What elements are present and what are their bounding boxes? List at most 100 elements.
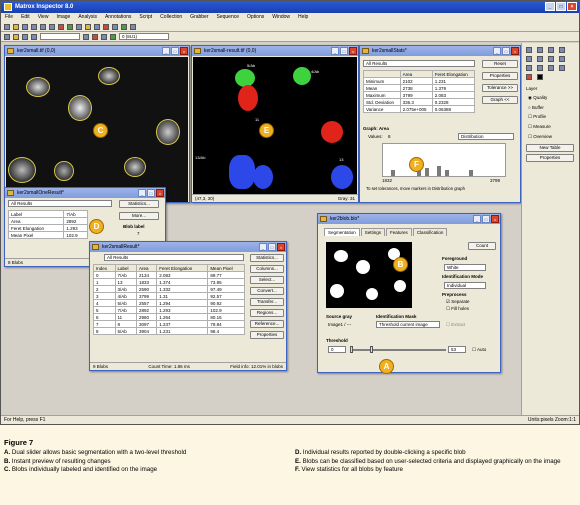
new-file-icon[interactable] bbox=[4, 23, 10, 30]
blob[interactable] bbox=[26, 77, 50, 97]
close-icon[interactable]: × bbox=[491, 215, 499, 223]
table-row[interactable]: 4 5/Ab 2557 1.294 90.92 bbox=[93, 299, 245, 307]
blob-red[interactable] bbox=[238, 85, 258, 111]
lut-icon[interactable] bbox=[112, 23, 118, 30]
buffer-radio[interactable]: ○ Buffer bbox=[522, 103, 579, 112]
arc-tool-icon[interactable] bbox=[526, 65, 532, 71]
tab-features[interactable]: Features bbox=[386, 228, 412, 236]
stats-results-select[interactable]: All Results bbox=[363, 60, 475, 67]
menu-collection[interactable]: Collection bbox=[160, 14, 182, 21]
separate-check[interactable]: ☑ Separate bbox=[446, 299, 470, 305]
grab-icon[interactable] bbox=[67, 23, 73, 30]
blob-icon[interactable] bbox=[85, 23, 91, 30]
color-icon[interactable] bbox=[92, 33, 98, 40]
tab-classification[interactable]: Classification bbox=[412, 228, 448, 236]
table-row[interactable]: 6 11 2960 1.264 80.15 bbox=[93, 313, 245, 321]
tolerance-button[interactable]: Tolerance >> bbox=[482, 84, 518, 92]
threshold-high-field[interactable]: 53 bbox=[448, 346, 466, 353]
close-icon[interactable]: × bbox=[511, 47, 519, 55]
point-tool-icon[interactable] bbox=[548, 47, 554, 53]
measure-icon[interactable] bbox=[94, 23, 100, 30]
threshold-low-field[interactable]: 0 bbox=[328, 346, 346, 353]
color-bg-icon[interactable] bbox=[537, 74, 543, 80]
table-row[interactable]: 8 5/Ab 3904 1.231 98.4 bbox=[93, 327, 245, 335]
more-button[interactable]: More... bbox=[119, 212, 159, 220]
blob[interactable] bbox=[68, 95, 92, 121]
tab-segmentation[interactable]: Segmentation bbox=[324, 228, 360, 236]
result-action-button[interactable]: Regions... bbox=[250, 309, 284, 317]
stats-window[interactable]: ker2smallStats* _ □ × All Results Area Fere… bbox=[359, 45, 521, 203]
close-icon[interactable]: × bbox=[567, 2, 577, 11]
quality-radio[interactable]: ◉ Quality bbox=[522, 93, 579, 103]
minimize-icon[interactable]: _ bbox=[473, 215, 481, 223]
tools-properties-button[interactable]: Properties bbox=[526, 154, 574, 162]
line-tool-icon[interactable] bbox=[559, 56, 565, 62]
blob-blue[interactable] bbox=[331, 165, 353, 189]
channel-combo[interactable] bbox=[40, 33, 80, 40]
graph-mode-select[interactable]: Distribution bbox=[458, 133, 514, 140]
menu-analysis[interactable]: Analysis bbox=[78, 14, 97, 21]
classified-image[interactable]: 5/Ab 4/Ab 13/Ab 11 13 bbox=[193, 57, 357, 194]
minimize-icon[interactable]: _ bbox=[493, 47, 501, 55]
extract-check[interactable]: ☐ Extract bbox=[446, 322, 465, 328]
mask-select[interactable]: Threshold current image bbox=[376, 321, 440, 328]
id-mode-select[interactable]: Individual bbox=[444, 282, 486, 289]
threshold-slider-track[interactable] bbox=[350, 349, 446, 351]
record-icon[interactable] bbox=[103, 23, 109, 30]
result-action-button[interactable]: Columns... bbox=[250, 265, 284, 273]
cross-tool-icon[interactable] bbox=[537, 47, 543, 53]
col-label[interactable]: Label bbox=[114, 264, 138, 272]
histogram-icon[interactable] bbox=[58, 23, 64, 30]
foreground-select[interactable]: White bbox=[444, 264, 486, 271]
zoom-icon[interactable] bbox=[76, 23, 82, 30]
maximize-icon[interactable]: □ bbox=[340, 47, 348, 55]
maximize-icon[interactable]: □ bbox=[482, 215, 490, 223]
close-icon[interactable]: × bbox=[349, 47, 357, 55]
paste-icon[interactable] bbox=[49, 23, 55, 30]
rect-icon[interactable] bbox=[31, 33, 37, 40]
minimize-icon[interactable]: _ bbox=[259, 243, 267, 251]
angle-tool-icon[interactable] bbox=[537, 65, 543, 71]
table-row[interactable]: Area 2892 bbox=[7, 217, 88, 225]
menu-script[interactable]: Script bbox=[139, 14, 152, 21]
maximize-icon[interactable]: □ bbox=[147, 189, 155, 197]
line-icon[interactable] bbox=[22, 33, 28, 40]
arith-icon[interactable] bbox=[101, 33, 107, 40]
menu-image[interactable]: Image bbox=[56, 14, 70, 21]
gray-icon[interactable] bbox=[83, 33, 89, 40]
fill-holes-check[interactable]: ☐ Fill holes bbox=[446, 306, 469, 312]
properties-button[interactable]: Properties bbox=[482, 72, 518, 80]
table-row[interactable]: Mean Pixel 102.9 bbox=[7, 231, 88, 239]
arrow-tool-icon[interactable] bbox=[526, 47, 532, 53]
blob-red[interactable] bbox=[321, 121, 343, 143]
blob[interactable] bbox=[98, 67, 120, 85]
result-action-button[interactable]: Convert... bbox=[250, 287, 284, 295]
erase-tool-icon[interactable] bbox=[559, 65, 565, 71]
menu-options[interactable]: Options bbox=[247, 14, 264, 21]
roi-icon[interactable] bbox=[13, 33, 19, 40]
table-row[interactable]: 5 7/Ab 2892 1.293 102.9 bbox=[93, 306, 245, 314]
result-action-button[interactable]: Transfer... bbox=[250, 298, 284, 306]
table-row[interactable]: Label 7/Ab bbox=[7, 210, 88, 218]
one-result-select[interactable]: All Results bbox=[8, 200, 112, 207]
blob-blue[interactable] bbox=[253, 165, 273, 189]
col-feret[interactable]: Feret Elongation bbox=[156, 264, 209, 272]
ellipse-tool-icon[interactable] bbox=[537, 56, 543, 62]
threshold-high-thumb[interactable] bbox=[369, 346, 373, 353]
blob[interactable] bbox=[124, 157, 146, 177]
result-table-select[interactable]: All Results bbox=[104, 254, 244, 261]
text-tool-icon[interactable] bbox=[559, 47, 565, 53]
new-table-button[interactable]: New Table bbox=[526, 144, 574, 152]
auto-check[interactable]: ☐ Auto bbox=[472, 347, 486, 353]
blob[interactable] bbox=[8, 157, 36, 183]
overview-check[interactable]: ☐ Overview bbox=[522, 132, 579, 142]
minimize-icon[interactable]: _ bbox=[545, 2, 555, 11]
result-action-button[interactable]: Properties bbox=[250, 331, 284, 339]
fill-tool-icon[interactable] bbox=[548, 65, 554, 71]
table-row[interactable]: Variance 2.075e+005 0.06388 bbox=[363, 105, 476, 113]
close-icon[interactable]: × bbox=[180, 47, 188, 55]
result-action-button[interactable]: Select... bbox=[250, 276, 284, 284]
cut-icon[interactable] bbox=[31, 23, 37, 30]
maximize-icon[interactable]: □ bbox=[171, 47, 179, 55]
statistics-button[interactable]: Statistics... bbox=[119, 200, 159, 208]
